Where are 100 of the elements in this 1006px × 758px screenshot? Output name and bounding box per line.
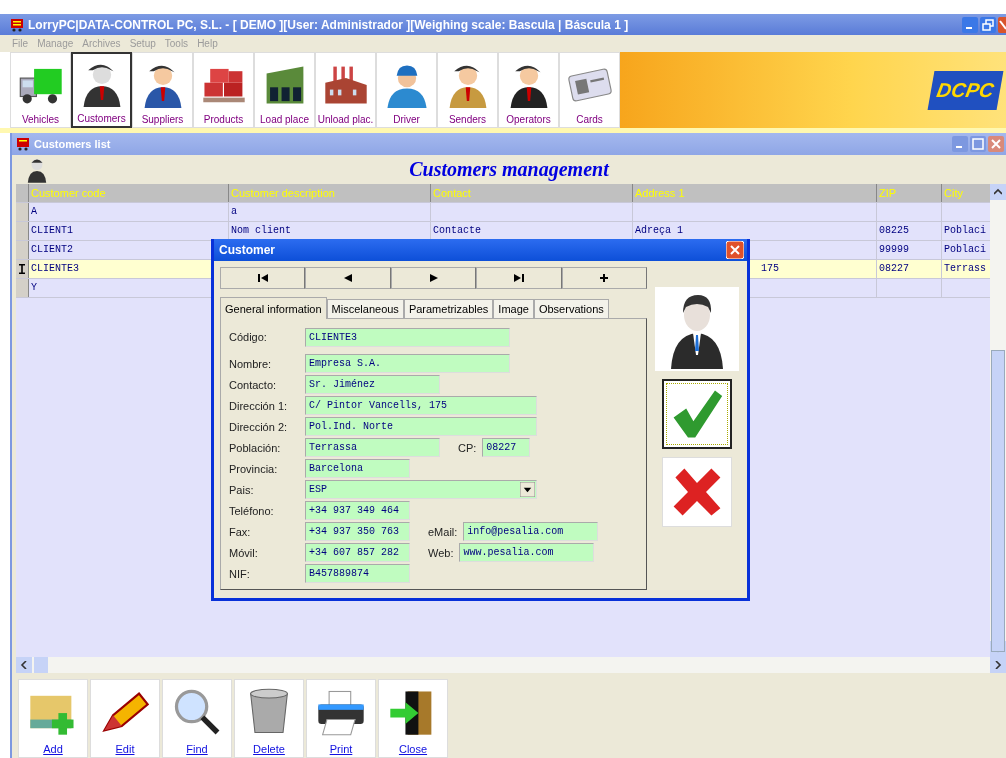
table-cell: Contacte	[433, 225, 481, 236]
action-button[interactable]: Edit	[90, 679, 160, 758]
next-record-button[interactable]	[390, 267, 477, 289]
field-label: Dirección 1:	[229, 399, 289, 412]
action-button[interactable]: Close	[378, 679, 448, 758]
next-icon	[429, 274, 438, 282]
scroll-thumb[interactable]	[34, 657, 48, 673]
tab[interactable]: Miscelaneous	[326, 299, 404, 318]
text-field[interactable]: CLIENTE3	[305, 327, 510, 347]
action-button[interactable]: Print	[306, 679, 376, 758]
text-field[interactable]: www.pesalia.com	[459, 543, 595, 562]
last-record-button[interactable]	[476, 267, 562, 289]
tab[interactable]: Image	[493, 299, 534, 318]
table-cell: CLIENTE3	[31, 263, 79, 274]
action-button[interactable]: Add	[18, 679, 88, 758]
first-icon	[257, 274, 268, 282]
dialog-title: Customer	[219, 243, 275, 257]
toolbar-button[interactable]: Vehicles	[10, 52, 71, 128]
field-label: Teléfono:	[229, 504, 275, 517]
toolbar-button[interactable]: Customers	[71, 52, 132, 128]
app-icon	[10, 17, 24, 32]
table-cell: Poblaci	[944, 244, 986, 255]
add-record-button[interactable]	[561, 267, 648, 289]
field-label: Código:	[229, 331, 268, 343]
previous-icon	[344, 274, 353, 282]
page-heading: Customers management	[408, 158, 611, 181]
close-icon[interactable]	[726, 241, 744, 259]
table-cell: CLIENT2	[31, 244, 73, 255]
field-label: Web:	[428, 546, 454, 559]
field-label: Dirección 2:	[229, 420, 289, 433]
action-button[interactable]: Find	[162, 679, 232, 758]
table-cell: 08225	[879, 225, 909, 236]
text-field[interactable]: Terrassa	[305, 438, 440, 457]
table-cell: A	[31, 206, 37, 217]
cancel-button[interactable]	[662, 457, 732, 527]
restore-icon[interactable]	[980, 16, 996, 33]
table-cell: a	[231, 206, 237, 217]
window-title: LorryPC|DATA-CONTROL PC, S.L. - [ DEMO ][User: Administrador ][Weighing scale: Bascula | Báscula 1 ]	[28, 17, 629, 32]
field-label: Móvil:	[229, 546, 259, 559]
toolbar-button[interactable]: Driver	[376, 52, 437, 128]
text-field[interactable]: C/ Pintor Vancells, 175	[305, 396, 537, 415]
toolbar-button[interactable]: Operators	[498, 52, 559, 128]
table-cell: Poblaci	[944, 225, 986, 236]
person-icon	[26, 156, 48, 183]
field-label: Fax:	[229, 525, 252, 538]
table-cell: 175	[761, 263, 779, 274]
text-field[interactable]: +34 607 857 282	[305, 543, 410, 562]
child-window-title: Customers list	[34, 138, 111, 150]
tab[interactable]: Observations	[533, 299, 609, 318]
row-pointer-icon	[19, 264, 25, 274]
table-cell: Adreça 1	[635, 225, 683, 236]
field-label: Nombre:	[229, 357, 273, 370]
table-cell: 08227	[879, 263, 909, 274]
close-icon[interactable]	[988, 136, 1004, 152]
logo: DCPC	[927, 70, 1004, 110]
accept-button[interactable]	[662, 379, 732, 449]
maximize-icon[interactable]	[970, 136, 986, 152]
text-field[interactable]: Pol.Ind. Norte	[305, 417, 537, 436]
table-cell: Y	[31, 282, 37, 293]
field-label: NIF:	[229, 567, 251, 580]
field-label: Población:	[229, 441, 282, 454]
toolbar-button[interactable]: Products	[193, 52, 254, 128]
table-cell: 99999	[879, 244, 909, 255]
first-record-button[interactable]	[220, 267, 306, 289]
text-field[interactable]: +34 937 349 464	[305, 501, 410, 520]
tab[interactable]: General information	[220, 297, 327, 319]
field-label: Contacto:	[229, 378, 278, 391]
minimize-icon[interactable]	[952, 136, 968, 152]
minimize-icon[interactable]	[962, 16, 978, 33]
dropdown-arrow-icon[interactable]	[520, 482, 535, 497]
field-label: eMail:	[428, 525, 458, 538]
text-field[interactable]: info@pesalia.com	[463, 522, 599, 541]
text-field[interactable]: +34 937 350 763	[305, 522, 410, 541]
field-label: Pais:	[229, 483, 255, 496]
text-field[interactable]: Barcelona	[305, 459, 410, 478]
table-cell: Terrass	[944, 263, 986, 274]
action-button[interactable]: Delete	[234, 679, 304, 758]
field-label: Provincia:	[229, 462, 279, 475]
horizontal-scrollbar[interactable]	[16, 657, 1006, 673]
plus-icon	[600, 274, 609, 282]
dropdown-field[interactable]: ESP	[305, 480, 537, 499]
toolbar-button[interactable]: Suppliers	[132, 52, 193, 128]
toolbar-button[interactable]: Cards	[559, 52, 620, 128]
scroll-thumb[interactable]	[991, 350, 1005, 652]
app-icon	[16, 137, 30, 151]
tab[interactable]: Parametrizables	[403, 299, 494, 318]
toolbar-button[interactable]: Senders	[437, 52, 498, 128]
row-indicator[interactable]	[16, 260, 29, 278]
close-icon[interactable]	[998, 16, 1006, 33]
vertical-scrollbar[interactable]	[990, 184, 1006, 657]
toolbar-button[interactable]: Unload plac.	[315, 52, 376, 128]
text-field[interactable]: Empresa S.A.	[305, 354, 510, 373]
text-field[interactable]: 08227	[482, 438, 531, 457]
previous-record-button[interactable]	[305, 267, 391, 289]
last-icon	[513, 274, 524, 282]
toolbar-button[interactable]: Load place	[254, 52, 315, 128]
table-cell: CLIENT1	[31, 225, 73, 236]
text-field[interactable]: B457889874	[305, 564, 410, 583]
text-field[interactable]: Sr. Jiménez	[305, 375, 440, 394]
table-cell: Nom client	[231, 225, 291, 236]
